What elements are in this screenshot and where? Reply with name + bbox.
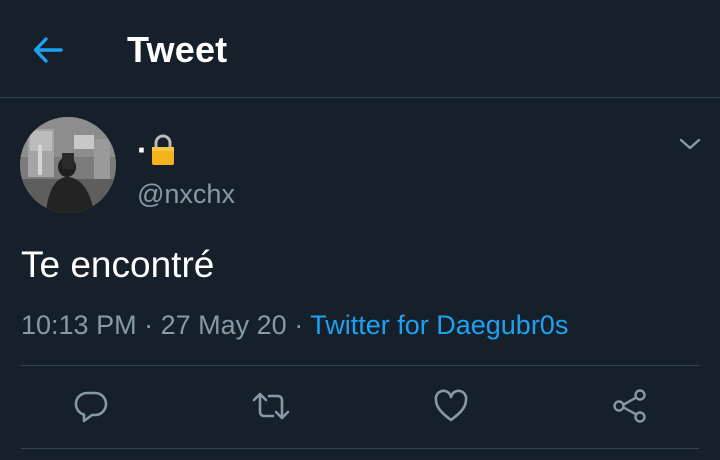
reply-icon: [74, 391, 108, 423]
avatar-photo: [20, 117, 116, 213]
divider: [21, 365, 699, 366]
tweet-detail-screen: Tweet · @nxchx Te encontré 10:13 PM · 27…: [0, 0, 720, 460]
back-button[interactable]: [28, 30, 68, 70]
chevron-down-icon: [679, 138, 701, 150]
divider: [21, 448, 699, 449]
heart-icon: [434, 389, 468, 422]
share-icon: [613, 389, 646, 423]
share-button[interactable]: [610, 386, 650, 426]
tweet-source-link[interactable]: Twitter for Daegubr0s: [310, 310, 568, 340]
author-handle[interactable]: @nxchx: [137, 177, 235, 211]
tweet-meta: 10:13 PM · 27 May 20 · Twitter for Daegu…: [21, 306, 568, 344]
display-name-text: ·: [137, 132, 148, 168]
lock-icon: [151, 134, 174, 165]
tweet-date: 27 May 20: [160, 310, 287, 340]
avatar[interactable]: [20, 117, 116, 213]
top-app-bar: Tweet: [0, 0, 720, 98]
tweet-time: 10:13 PM: [21, 310, 137, 340]
like-button[interactable]: [431, 386, 471, 426]
author-display-name[interactable]: ·: [137, 130, 176, 170]
reply-button[interactable]: [71, 386, 111, 426]
page-title: Tweet: [127, 29, 228, 70]
tweet-menu-button[interactable]: [676, 132, 704, 156]
retweet-icon: [252, 392, 290, 420]
retweet-button[interactable]: [251, 386, 291, 426]
meta-separator: ·: [144, 310, 154, 340]
arrow-left-icon: [33, 37, 63, 63]
meta-separator: ·: [294, 310, 304, 340]
tweet-text: Te encontré: [21, 244, 215, 285]
